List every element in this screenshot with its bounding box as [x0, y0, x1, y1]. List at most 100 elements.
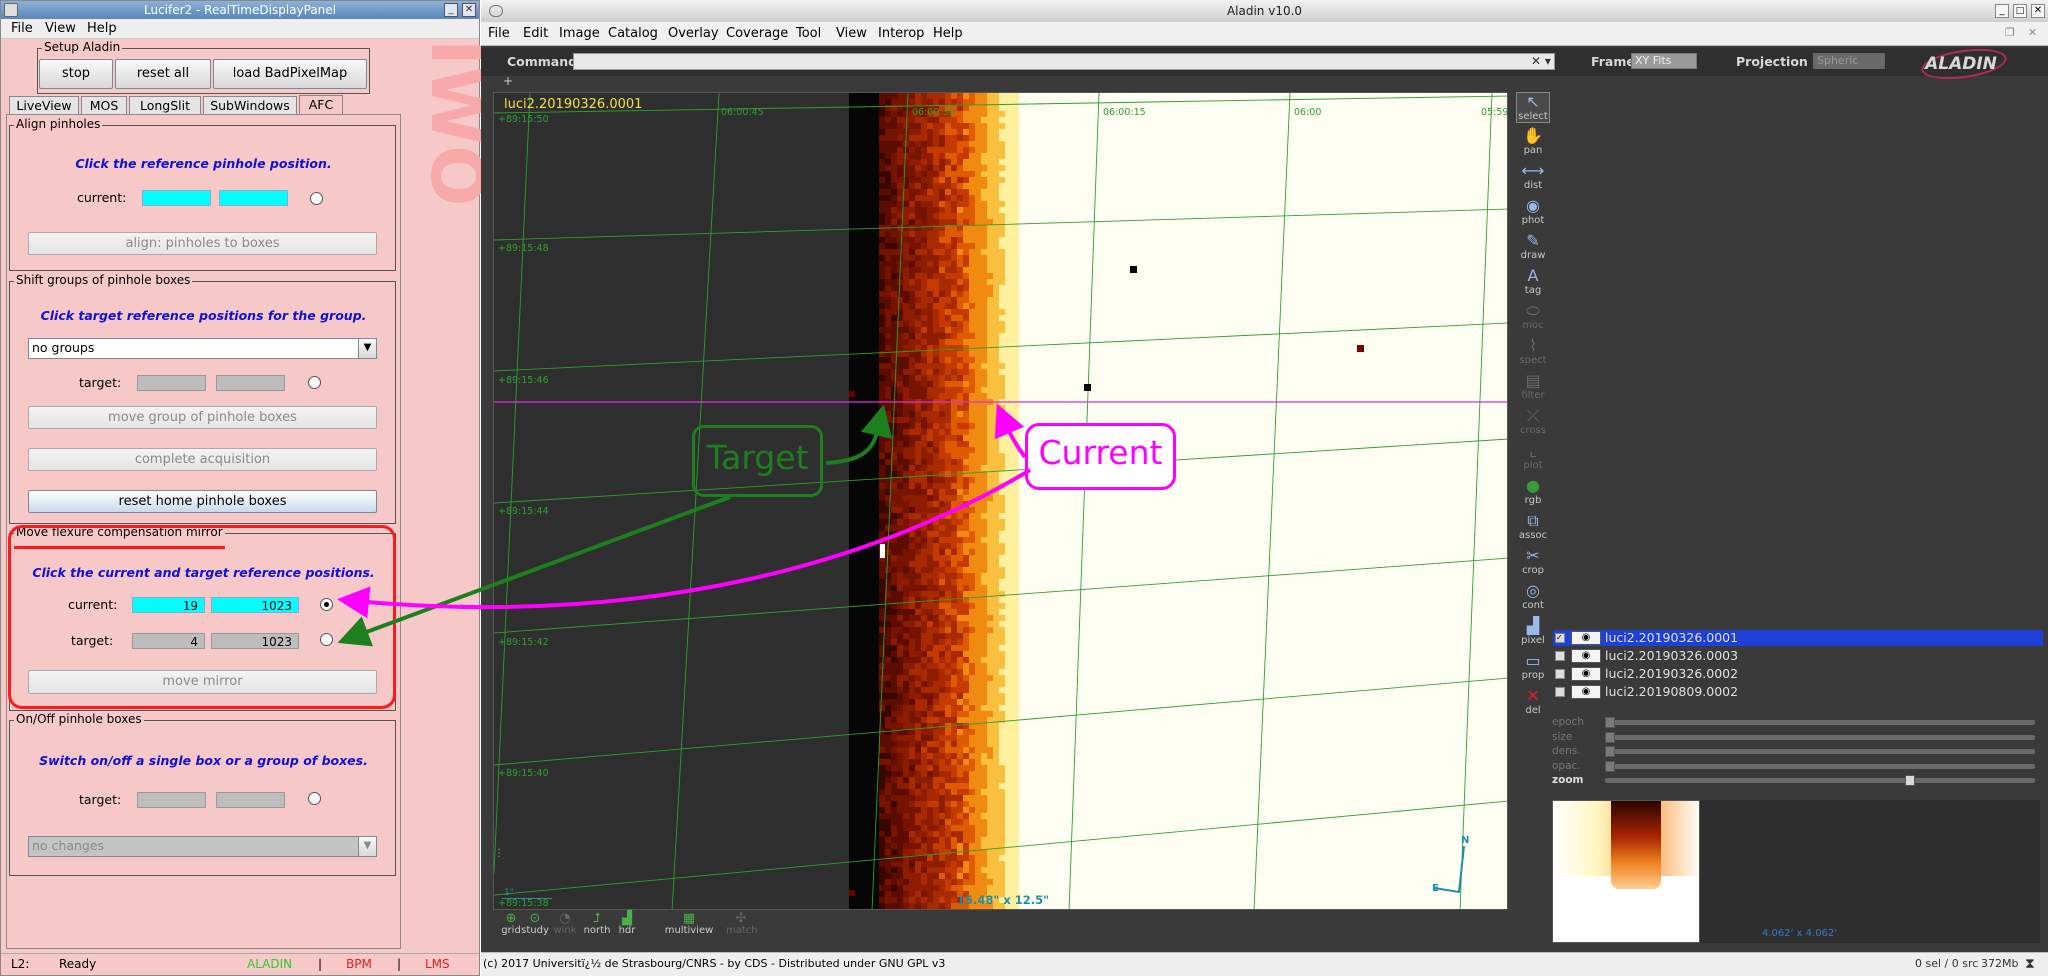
zoom-handle-icon[interactable]: ⋮ — [494, 848, 504, 859]
close-panel-icon[interactable]: ✕ — [2028, 26, 2037, 39]
projection-dropdown[interactable]: Spheric — [1813, 53, 1885, 69]
close-icon[interactable]: ✕ — [462, 3, 476, 17]
changes-dropdown[interactable]: no changes ▼ — [28, 836, 377, 857]
layer-checkbox[interactable]: ✓ — [1555, 633, 1565, 643]
bottom-tool-hdr[interactable]: ▟ hdr — [612, 912, 642, 936]
menu-help[interactable]: Help — [87, 21, 117, 36]
image-view[interactable]: luci2.20190326.0001 06:00:45 06:00:30 06… — [493, 92, 1508, 910]
move-group-button[interactable]: move group of pinhole boxes — [28, 406, 377, 429]
tool-pan[interactable]: ✋ pan — [1516, 127, 1550, 157]
slider-thumb[interactable] — [1605, 731, 1615, 743]
groups-dropdown[interactable]: no groups ▼ — [28, 338, 377, 359]
tool-cross[interactable]: ⤫ cross — [1516, 407, 1550, 437]
chevron-down-icon[interactable]: ▼ — [358, 837, 376, 856]
command-input[interactable] — [573, 53, 1555, 70]
align-pinholes-button[interactable]: align: pinholes to boxes — [28, 232, 377, 255]
mirror-target-x-field[interactable]: 4 — [132, 633, 205, 649]
aladin-menu-help[interactable]: Help — [933, 26, 963, 41]
slider-thumb[interactable] — [1605, 760, 1615, 772]
align-current-radio[interactable] — [310, 192, 323, 205]
load-badpixelmap-button[interactable]: load BadPixelMap — [213, 59, 367, 89]
onoff-target-radio[interactable] — [308, 792, 321, 805]
aladin-menu-interop[interactable]: Interop — [878, 26, 924, 41]
tab-afc[interactable]: AFC — [299, 95, 343, 115]
eye-icon[interactable]: ◉ — [1571, 685, 1601, 699]
aladin-menu-edit[interactable]: Edit — [523, 26, 548, 41]
frame-dropdown[interactable]: XY Fits — [1631, 53, 1697, 69]
eye-icon[interactable]: ◉ — [1571, 631, 1601, 645]
onoff-target-y-field[interactable] — [216, 792, 285, 808]
tool-spect[interactable]: ⌇ spect — [1516, 337, 1550, 367]
add-view-icon[interactable]: + — [503, 74, 513, 88]
thumbnail[interactable] — [1552, 800, 1700, 943]
tool-tag[interactable]: Atag — [1516, 267, 1550, 297]
tool-pixel[interactable]: ▟ pixel — [1516, 617, 1550, 647]
move-mirror-button[interactable]: move mirror — [28, 670, 377, 694]
tool-assoc[interactable]: ⧉ assoc — [1516, 512, 1550, 542]
chevron-down-icon[interactable]: ▼ — [358, 339, 376, 358]
menu-view[interactable]: View — [45, 21, 76, 36]
align-current-x-field[interactable] — [142, 190, 211, 206]
bottom-tool-study[interactable]: ⊙ study — [520, 912, 550, 936]
slider-thumb[interactable] — [1605, 717, 1615, 728]
tool-phot[interactable]: ◉ phot — [1516, 197, 1550, 227]
stop-button[interactable]: stop — [39, 59, 113, 89]
tool-dist[interactable]: ⟷ dist — [1516, 162, 1550, 192]
layer-checkbox[interactable] — [1555, 651, 1565, 661]
tool-prop[interactable]: ▭ prop — [1516, 652, 1550, 682]
aladin-menu-overlay[interactable]: Overlay — [668, 26, 719, 41]
tool-filter[interactable]: ▤ filter — [1516, 372, 1550, 402]
shift-target-radio[interactable] — [308, 376, 321, 389]
align-current-y-field[interactable] — [219, 190, 288, 206]
tab-mos[interactable]: MOS — [81, 96, 127, 114]
restore-icon[interactable]: ❐ — [2005, 26, 2015, 39]
tab-liveview[interactable]: LiveView — [9, 96, 79, 114]
aladin-menu-catalog[interactable]: Catalog — [608, 26, 658, 41]
mirror-current-x-field[interactable]: 19 — [132, 597, 205, 613]
mirror-target-radio[interactable] — [320, 633, 333, 646]
bottom-tool-match[interactable]: ✣ match — [726, 912, 758, 936]
slider-epoch[interactable] — [1605, 717, 2035, 728]
aladin-menu-file[interactable]: File — [488, 26, 510, 41]
image-canvas[interactable] — [494, 93, 1508, 910]
tab-longslit[interactable]: LongSlit — [129, 96, 201, 114]
tool-crop[interactable]: ✂ crop — [1516, 547, 1550, 577]
layer-item[interactable]: ◉ luci2.20190809.0002 — [1553, 684, 2043, 700]
menu-file[interactable]: File — [11, 21, 33, 36]
bottom-tool-north[interactable]: ⮥ north — [582, 912, 612, 936]
aladin-menu-view[interactable]: View — [836, 26, 867, 41]
eye-icon[interactable]: ◉ — [1571, 667, 1601, 681]
bottom-tool-wink[interactable]: ◔ wink — [550, 912, 580, 936]
layer-item[interactable]: ◉ luci2.20190326.0002 — [1553, 666, 2043, 682]
tool-plot[interactable]: ⌞ plot — [1516, 442, 1550, 472]
slider-opac[interactable] — [1605, 760, 2035, 772]
tool-del[interactable]: ✕ del — [1516, 687, 1550, 717]
tool-draw[interactable]: ✎ draw — [1516, 232, 1550, 262]
minimize-icon[interactable]: _ — [1995, 4, 2009, 18]
layer-checkbox[interactable] — [1555, 669, 1565, 679]
layer-checkbox[interactable] — [1555, 687, 1565, 697]
layer-item[interactable]: ◉ luci2.20190326.0003 — [1553, 648, 2043, 664]
minimize-icon[interactable]: _ — [444, 3, 458, 17]
reset-all-button[interactable]: reset all — [115, 59, 211, 89]
mirror-current-radio[interactable] — [320, 598, 333, 611]
shift-target-x-field[interactable] — [137, 375, 206, 391]
slider-zoom[interactable] — [1605, 775, 2035, 786]
layer-item[interactable]: ✓ ◉ luci2.20190326.0001 — [1553, 630, 2043, 646]
slider-thumb[interactable] — [1605, 746, 1615, 757]
aladin-menu-coverage[interactable]: Coverage — [726, 26, 788, 41]
complete-acquisition-button[interactable]: complete acquisition — [28, 448, 377, 471]
close-icon[interactable]: ✕ — [2031, 4, 2045, 18]
reset-home-button[interactable]: reset home pinhole boxes — [28, 490, 377, 513]
bottom-tool-multiview[interactable]: ▦ multiview — [654, 912, 724, 936]
tab-subwindows[interactable]: SubWindows — [203, 96, 297, 114]
eye-icon[interactable]: ◉ — [1571, 649, 1601, 663]
slider-dens[interactable] — [1605, 746, 2035, 757]
tool-cont[interactable]: ◎ cont — [1516, 582, 1550, 612]
maximize-icon[interactable]: □ — [2013, 4, 2027, 18]
mirror-target-y-field[interactable]: 1023 — [211, 633, 299, 649]
aladin-menu-image[interactable]: Image — [559, 26, 600, 41]
mirror-current-y-field[interactable]: 1023 — [211, 597, 299, 613]
slider-thumb[interactable] — [1905, 775, 1915, 786]
tool-rgb[interactable]: ● rgb — [1516, 477, 1550, 507]
